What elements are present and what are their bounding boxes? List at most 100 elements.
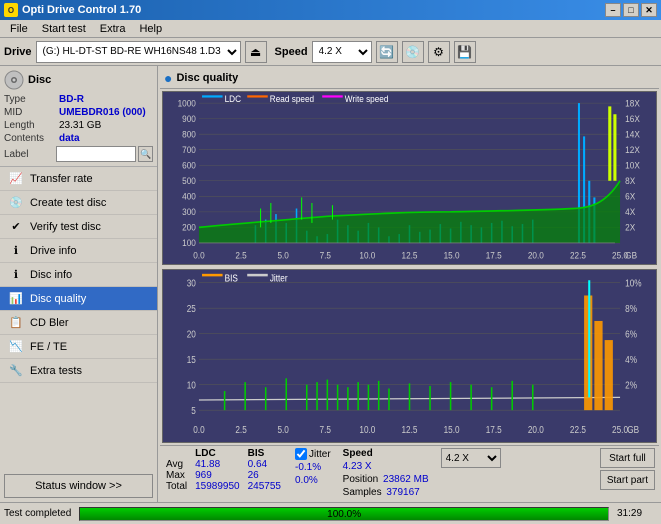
nav-fe-te[interactable]: 📉 FE / TE [0, 335, 157, 359]
svg-text:8%: 8% [625, 303, 637, 314]
menu-start-test[interactable]: Start test [36, 22, 92, 36]
bis-chart-svg: 30 25 20 15 10 5 10% 8% 6% 4% 2% 0.0 [163, 270, 656, 442]
disc-panel: Disc Type BD-R MID UMEBDR016 (000) Lengt… [0, 66, 157, 167]
svg-text:BIS: BIS [225, 273, 238, 284]
jitter-stats: Jitter -0.1% 0.0% [295, 448, 331, 486]
ldc-chart: 1000 900 800 700 600 500 400 300 200 100… [162, 91, 657, 265]
nav-verify-test-disc[interactable]: ✔ Verify test disc [0, 215, 157, 239]
progress-text: 100.0% [80, 509, 608, 520]
svg-text:17.5: 17.5 [486, 250, 502, 260]
svg-text:0.0: 0.0 [193, 424, 204, 435]
menu-help[interactable]: Help [133, 22, 168, 36]
avg-jitter: -0.1% [295, 462, 321, 473]
status-text: Test completed [4, 508, 71, 519]
nav-transfer-rate[interactable]: 📈 Transfer rate [0, 167, 157, 191]
max-bis: 26 [246, 470, 287, 481]
svg-text:12.5: 12.5 [402, 250, 418, 260]
label-input[interactable] [56, 146, 136, 162]
minimize-button[interactable]: – [605, 3, 621, 17]
status-window-button[interactable]: Status window >> [4, 474, 153, 498]
position-row: Position 23862 MB [343, 474, 429, 485]
drive-select[interactable]: (G:) HL-DT-ST BD-RE WH16NS48 1.D3 [36, 41, 241, 63]
drivebar: Drive (G:) HL-DT-ST BD-RE WH16NS48 1.D3 … [0, 38, 661, 66]
nav-disc-quality[interactable]: 📊 Disc quality [0, 287, 157, 311]
empty-header [164, 448, 193, 459]
nav-disc-info[interactable]: ℹ Disc info [0, 263, 157, 287]
settings-button[interactable]: ⚙ [428, 41, 450, 63]
svg-text:GB: GB [627, 424, 639, 435]
svg-text:15.0: 15.0 [444, 424, 460, 435]
svg-text:20: 20 [187, 329, 196, 340]
refresh-button[interactable]: 🔄 [376, 41, 398, 63]
speed-value-select[interactable]: 4.2 X [441, 448, 501, 468]
nav-create-test-disc[interactable]: 💿 Create test disc [0, 191, 157, 215]
disc-contents-row: Contents data [4, 133, 153, 144]
disc-mid-row: MID UMEBDR016 (000) [4, 107, 153, 118]
svg-text:5: 5 [191, 405, 196, 416]
eject-button[interactable]: ⏏ [245, 41, 267, 63]
maximize-button[interactable]: □ [623, 3, 639, 17]
nav-drive-info[interactable]: ℹ Drive info [0, 239, 157, 263]
cd-bler-icon: 📋 [8, 315, 24, 331]
svg-text:2%: 2% [625, 380, 637, 391]
svg-text:LDC: LDC [225, 94, 241, 104]
close-button[interactable]: ✕ [641, 3, 657, 17]
speed-select[interactable]: 4.2 X [312, 41, 372, 63]
sidebar: Disc Type BD-R MID UMEBDR016 (000) Lengt… [0, 66, 158, 502]
fe-te-icon: 📉 [8, 339, 24, 355]
svg-text:25: 25 [187, 303, 196, 314]
svg-text:17.5: 17.5 [486, 424, 502, 435]
drive-info-icon: ℹ [8, 243, 24, 259]
svg-text:10%: 10% [625, 278, 641, 289]
svg-text:600: 600 [182, 160, 196, 170]
app-title: Opti Drive Control 1.70 [22, 4, 141, 16]
svg-text:20.0: 20.0 [528, 250, 544, 260]
start-buttons: Start full Start part [600, 448, 655, 490]
start-full-button[interactable]: Start full [600, 448, 655, 468]
bis-chart: 30 25 20 15 10 5 10% 8% 6% 4% 2% 0.0 [162, 269, 657, 443]
progress-track: 100.0% [79, 507, 609, 521]
svg-text:10X: 10X [625, 160, 640, 170]
avg-speed: 4.23 X [343, 461, 372, 472]
svg-text:12X: 12X [625, 145, 640, 155]
jitter-label: Jitter [309, 449, 331, 460]
svg-text:0.0: 0.0 [193, 250, 205, 260]
panel-title: ● Disc quality [160, 68, 659, 89]
save-button[interactable]: 💾 [454, 41, 476, 63]
nav-cd-bler[interactable]: 📋 CD Bler [0, 311, 157, 335]
svg-text:300: 300 [182, 207, 196, 217]
app-icon: O [4, 3, 18, 17]
menu-file[interactable]: File [4, 22, 34, 36]
svg-text:1000: 1000 [178, 98, 197, 108]
samples-label: Samples [343, 487, 382, 498]
svg-text:12.5: 12.5 [402, 424, 418, 435]
menubar: File Start test Extra Help [0, 20, 661, 38]
svg-text:7.5: 7.5 [320, 250, 332, 260]
titlebar-left: O Opti Drive Control 1.70 [4, 3, 141, 17]
svg-text:Write speed: Write speed [345, 94, 389, 104]
svg-text:25.0: 25.0 [612, 424, 628, 435]
svg-text:10.0: 10.0 [359, 250, 375, 260]
svg-text:22.5: 22.5 [570, 424, 586, 435]
ldc-chart-svg: 1000 900 800 700 600 500 400 300 200 100… [163, 92, 656, 264]
start-part-button[interactable]: Start part [600, 470, 655, 490]
nav-extra-tests[interactable]: 🔧 Extra tests [0, 359, 157, 383]
total-ldc: 15989950 [193, 481, 246, 492]
avg-bis: 0.64 [246, 459, 287, 470]
titlebar-buttons: – □ ✕ [605, 3, 657, 17]
jitter-checkbox-row: Jitter [295, 448, 331, 460]
disc-icon-btn[interactable]: 💿 [402, 41, 424, 63]
content-area: ● Disc quality [158, 66, 661, 502]
svg-text:4X: 4X [625, 207, 635, 217]
max-jitter: 0.0% [295, 475, 318, 486]
svg-text:500: 500 [182, 176, 196, 186]
disc-icon [4, 70, 24, 90]
position-value: 23862 MB [383, 474, 429, 485]
speed-label: Speed [275, 46, 308, 58]
menu-extra[interactable]: Extra [94, 22, 132, 36]
main-layout: Disc Type BD-R MID UMEBDR016 (000) Lengt… [0, 66, 661, 502]
label-browse-button[interactable]: 🔍 [138, 146, 153, 162]
jitter-checkbox[interactable] [295, 448, 307, 460]
svg-text:6%: 6% [625, 329, 637, 340]
create-test-disc-icon: 💿 [8, 195, 24, 211]
